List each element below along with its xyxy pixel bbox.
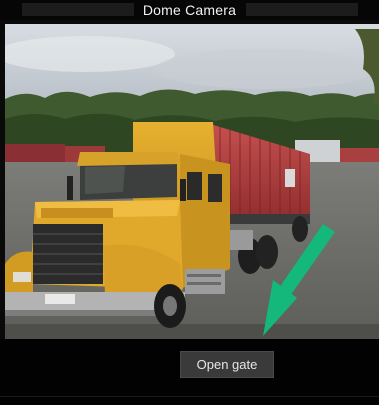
title-bar-strip bbox=[246, 3, 358, 16]
title-bar-strip bbox=[22, 3, 134, 16]
divider bbox=[0, 396, 379, 397]
open-gate-button[interactable]: Open gate bbox=[180, 351, 274, 378]
camera-window: Dome Camera Open gate bbox=[0, 0, 379, 405]
camera-feed bbox=[5, 24, 379, 339]
window-title: Dome Camera bbox=[142, 2, 237, 18]
open-gate-label: Open gate bbox=[196, 357, 258, 372]
camera-feed-image bbox=[5, 24, 379, 339]
title-bar: Dome Camera bbox=[0, 0, 379, 20]
